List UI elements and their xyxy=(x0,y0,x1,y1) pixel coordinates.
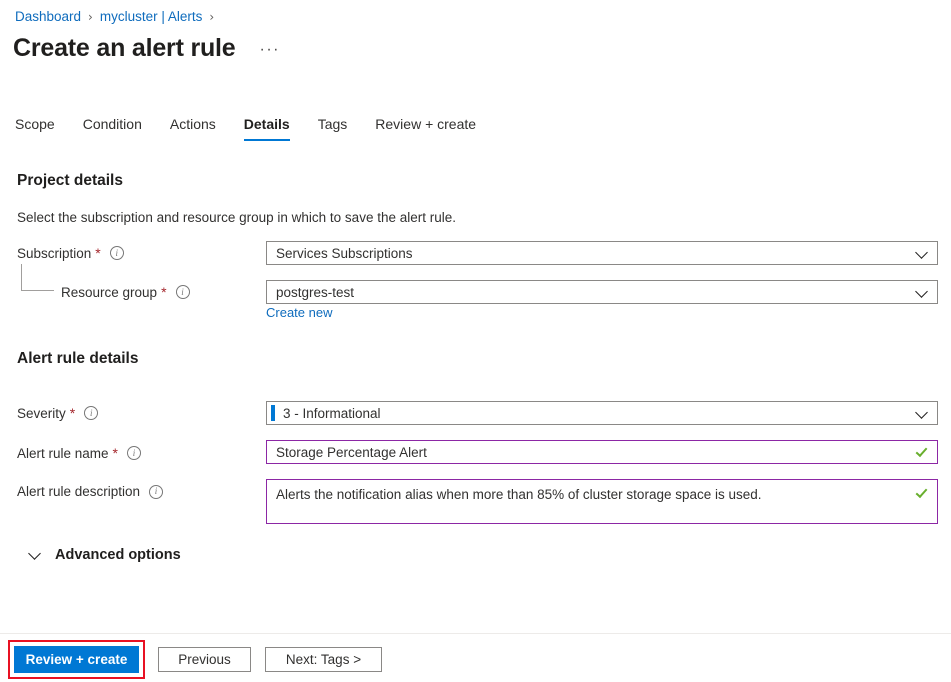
page-title: Create an alert rule xyxy=(13,33,236,63)
footer-divider xyxy=(0,633,951,634)
breadcrumb-item-dashboard[interactable]: Dashboard xyxy=(15,8,81,26)
wizard-tabs: Scope Condition Actions Details Tags Rev… xyxy=(15,116,476,141)
alert-rule-description-label-text: Alert rule description xyxy=(17,484,140,499)
info-icon[interactable]: i xyxy=(127,446,141,460)
previous-button[interactable]: Previous xyxy=(158,647,251,672)
subscription-required-marker: * xyxy=(95,245,100,261)
tab-condition[interactable]: Condition xyxy=(83,116,142,141)
info-icon[interactable]: i xyxy=(149,485,163,499)
create-new-resource-group-link[interactable]: Create new xyxy=(266,305,332,320)
alert-rule-details-heading: Alert rule details xyxy=(17,350,138,368)
breadcrumb-item-mycluster-alerts[interactable]: mycluster | Alerts xyxy=(100,8,203,26)
chevron-down-icon xyxy=(28,547,41,560)
alert-rule-description-textarea[interactable] xyxy=(266,479,938,524)
severity-required-marker: * xyxy=(70,405,75,421)
breadcrumb: Dashboard › mycluster | Alerts › xyxy=(15,8,221,26)
info-icon[interactable]: i xyxy=(176,285,190,299)
next-tags-button[interactable]: Next: Tags > xyxy=(265,647,382,672)
more-options-icon[interactable]: ··· xyxy=(256,41,284,59)
alert-rule-description-label: Alert rule description i xyxy=(17,484,163,499)
info-icon[interactable]: i xyxy=(110,246,124,260)
subscription-select[interactable]: Services Subscriptions xyxy=(266,241,938,265)
resource-group-select[interactable]: postgres-test xyxy=(266,280,938,304)
breadcrumb-separator-icon-2: › xyxy=(209,8,214,26)
tree-connector-horizontal xyxy=(21,290,54,291)
subscription-label: Subscription * i xyxy=(17,245,124,261)
title-row: Create an alert rule ··· xyxy=(13,33,284,63)
review-create-button[interactable]: Review + create xyxy=(14,646,139,673)
info-icon[interactable]: i xyxy=(84,406,98,420)
advanced-options-toggle[interactable]: Advanced options xyxy=(30,547,181,563)
tab-actions[interactable]: Actions xyxy=(170,116,216,141)
alert-rule-name-required-marker: * xyxy=(113,445,118,461)
advanced-options-label: Advanced options xyxy=(55,547,181,563)
tab-tags[interactable]: Tags xyxy=(318,116,348,141)
tab-review-create[interactable]: Review + create xyxy=(375,116,476,141)
subscription-label-text: Subscription xyxy=(17,246,91,261)
resource-group-required-marker: * xyxy=(161,284,166,300)
tab-scope[interactable]: Scope xyxy=(15,116,55,141)
alert-rule-name-label-text: Alert rule name xyxy=(17,446,109,461)
alert-rule-name-input[interactable] xyxy=(266,440,938,464)
create-alert-rule-page: Dashboard › mycluster | Alerts › Create … xyxy=(0,0,951,682)
breadcrumb-separator-icon: › xyxy=(88,8,93,26)
project-details-description: Select the subscription and resource gro… xyxy=(17,210,456,225)
tree-connector-vertical xyxy=(21,264,22,290)
resource-group-label: Resource group * i xyxy=(61,284,190,300)
project-details-heading: Project details xyxy=(17,172,123,190)
severity-label: Severity * i xyxy=(17,405,98,421)
severity-label-text: Severity xyxy=(17,406,66,421)
alert-rule-name-label: Alert rule name * i xyxy=(17,445,141,461)
severity-select[interactable]: 3 - Informational xyxy=(266,401,938,425)
resource-group-label-text: Resource group xyxy=(61,285,157,300)
tab-details[interactable]: Details xyxy=(244,116,290,141)
